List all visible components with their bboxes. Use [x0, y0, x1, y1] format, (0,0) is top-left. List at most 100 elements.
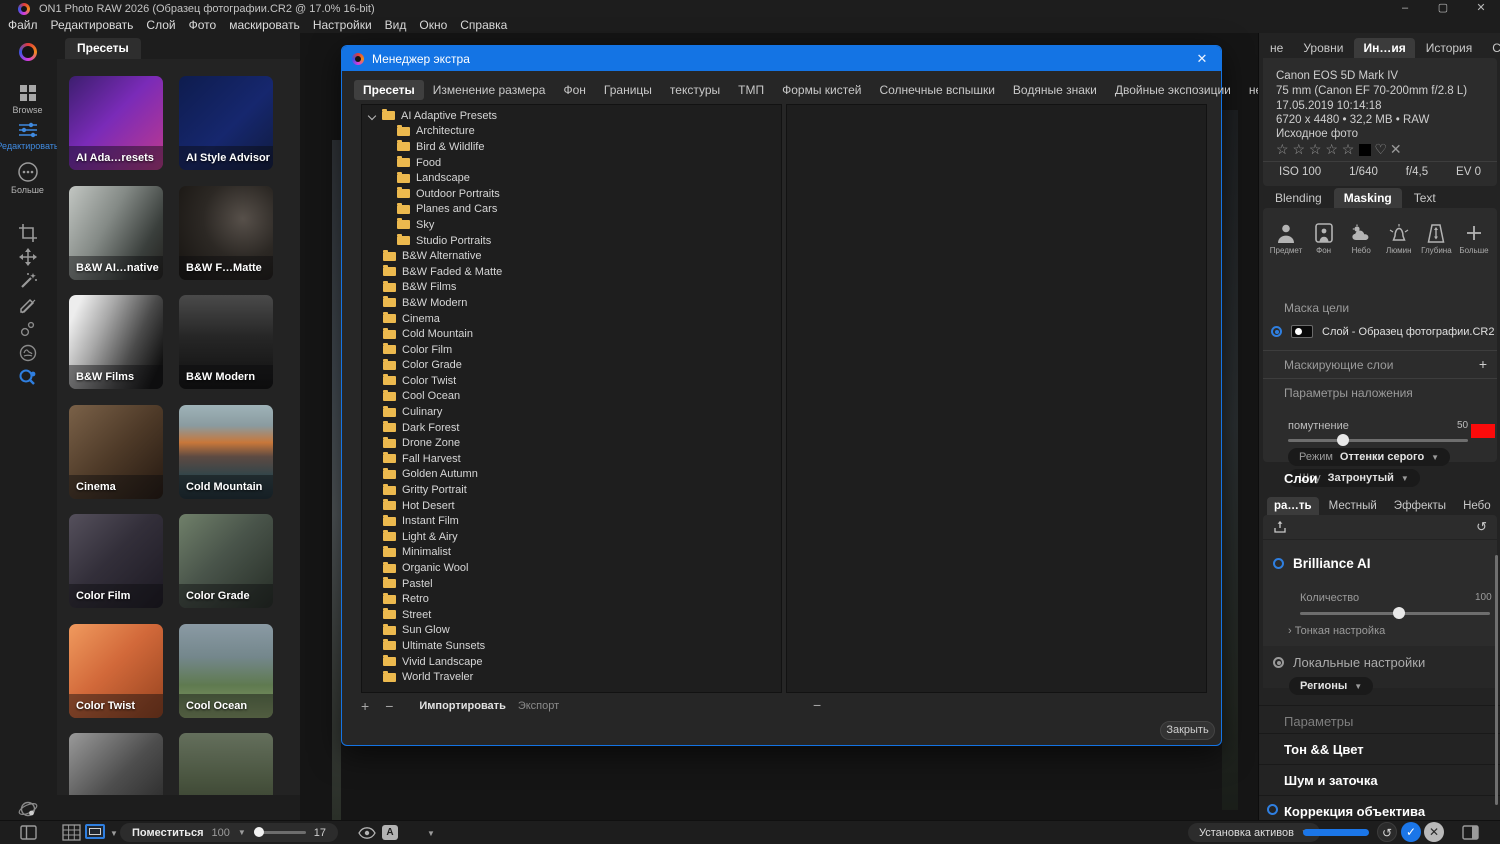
dialog-close-footer-button[interactable]: Закрыть	[1160, 721, 1215, 740]
tree-item[interactable]: Culinary	[362, 404, 781, 420]
amount-slider-thumb[interactable]	[1393, 607, 1405, 619]
brilliance-header[interactable]: Brilliance AI	[1273, 556, 1371, 571]
refine-brush-tool-button[interactable]	[0, 295, 55, 315]
tree-item[interactable]: Outdoor Portraits	[362, 186, 781, 202]
ai-erase-tool-button[interactable]	[0, 343, 55, 363]
overlay-color-swatch[interactable]	[1471, 424, 1495, 438]
dialog-tab[interactable]: Двойные экспозиции	[1106, 80, 1240, 100]
tree-item[interactable]: Food	[362, 155, 781, 171]
opacity-slider[interactable]	[1288, 439, 1468, 442]
tree-item[interactable]: Cinema	[362, 311, 781, 327]
dialog-tab[interactable]: Водяные знаки	[1004, 80, 1106, 100]
layers-tab[interactable]: Небо	[1456, 497, 1498, 515]
mask-background-button[interactable]: Фон	[1307, 222, 1341, 255]
tree-item[interactable]: B&W Modern	[362, 295, 781, 311]
mask-more-button[interactable]: Больше	[1457, 222, 1491, 255]
mask-target-radio[interactable]	[1271, 326, 1282, 337]
mask-target-row[interactable]: Слой - Образец фотографии.CR2	[1271, 325, 1495, 338]
preset-tile[interactable]	[179, 733, 273, 795]
layers-tab[interactable]: Местный	[1322, 497, 1384, 515]
dialog-tab[interactable]: Пресеты	[354, 80, 424, 100]
detail-view-icon[interactable]	[85, 824, 105, 839]
import-button[interactable]: Импортировать	[419, 700, 505, 712]
tree-item[interactable]: Pastel	[362, 576, 781, 592]
dialog-tab[interactable]: Солнечные вспышки	[870, 80, 1003, 100]
presets-tab[interactable]: Пресеты	[65, 38, 141, 59]
dialog-tab[interactable]: ТМП	[729, 80, 773, 100]
color-label-swatch[interactable]	[1359, 144, 1371, 156]
export-button[interactable]: Экспорт	[518, 700, 559, 712]
info-tab[interactable]: Ин…ия	[1354, 38, 1414, 58]
preset-tile[interactable]: B&W F…Matte	[179, 186, 273, 280]
tree-item[interactable]: Sky	[362, 217, 781, 233]
tree-item[interactable]: Sun Glow	[362, 623, 781, 639]
menu-item[interactable]: Окно	[419, 18, 447, 32]
menu-item[interactable]: Файл	[8, 18, 38, 32]
right-panel-toggle-icon[interactable]	[1462, 825, 1479, 840]
preset-tile[interactable]: AI Ada…resets	[69, 76, 163, 170]
zoom-slider-thumb[interactable]	[254, 827, 264, 837]
info-tab[interactable]: Уровни	[1294, 38, 1352, 58]
add-folder-button[interactable]: +	[361, 698, 369, 714]
chevron-down-icon[interactable]: ▼	[110, 829, 118, 838]
preset-tile[interactable]: Color Grade	[179, 514, 273, 608]
reset-icon[interactable]: ↺	[1476, 519, 1487, 535]
mask-luminosity-button[interactable]: Люмин	[1382, 222, 1416, 255]
compare-toggle-icon[interactable]: A	[382, 825, 398, 840]
preset-tile[interactable]: B&W AI…native	[69, 186, 163, 280]
right-panel-scrollbar[interactable]	[1495, 555, 1498, 805]
tree-item[interactable]: Drone Zone	[362, 435, 781, 451]
preset-tile[interactable]: Cool Ocean	[179, 624, 273, 718]
menu-item[interactable]: маскировать	[229, 18, 300, 32]
assets-status-dropdown[interactable]: Установка активов ▼	[1188, 823, 1320, 842]
preset-tile[interactable]: Color Film	[69, 514, 163, 608]
tree-item[interactable]: Landscape	[362, 170, 781, 186]
edit-module-button[interactable]: Редактировать	[0, 121, 55, 151]
like-icon[interactable]: ♡	[1374, 141, 1387, 158]
fine-tune-disclosure[interactable]: › Тонкая настройка	[1288, 625, 1385, 637]
lens-correction-section[interactable]: Коррекция объектива	[1259, 795, 1500, 820]
mode-dropdown[interactable]: Режим Оттенки серого ▼	[1288, 448, 1450, 466]
reject-icon[interactable]: ✕	[1390, 141, 1402, 158]
add-masking-layer-button[interactable]: +	[1479, 356, 1487, 372]
tree-item[interactable]: Color Film	[362, 342, 781, 358]
preset-tile[interactable]: AI Style Advisor	[179, 76, 273, 170]
mask-tab[interactable]: Text	[1404, 188, 1446, 208]
blemish-tool-button[interactable]	[0, 319, 55, 339]
tree-item[interactable]: Vivid Landscape	[362, 654, 781, 670]
mask-tab[interactable]: Masking	[1334, 188, 1402, 208]
parameters-section[interactable]: Параметры	[1259, 705, 1500, 735]
super-select-tool-button[interactable]	[0, 367, 55, 389]
maximize-button[interactable]: ▢	[1424, 0, 1462, 17]
regions-dropdown[interactable]: Регионы ▼	[1289, 677, 1373, 695]
info-tab[interactable]: Снимки	[1483, 38, 1500, 58]
local-adjustments-header[interactable]: Локальные настройки	[1273, 655, 1425, 670]
tree-item[interactable]: Minimalist	[362, 545, 781, 561]
remove-item-button[interactable]: −	[813, 697, 821, 713]
dialog-tab[interactable]: текстуры	[661, 80, 729, 100]
dialog-titlebar[interactable]: Менеджер экстра ✕	[342, 46, 1221, 71]
crop-tool-button[interactable]	[0, 223, 55, 243]
cancel-button[interactable]: ✕	[1424, 822, 1444, 842]
menu-item[interactable]: Слой	[146, 18, 175, 32]
tree-item[interactable]: Gritty Portrait	[362, 482, 781, 498]
export-icon[interactable]	[1273, 520, 1287, 534]
tree-item[interactable]: B&W Alternative	[362, 248, 781, 264]
dialog-tab[interactable]: Фон	[554, 80, 594, 100]
tree-item[interactable]: Retro	[362, 591, 781, 607]
tree-item[interactable]: Dark Forest	[362, 420, 781, 436]
tree-item[interactable]: Hot Desert	[362, 498, 781, 514]
move-tool-button[interactable]	[0, 247, 55, 267]
menu-item[interactable]: Фото	[189, 18, 217, 32]
ai-wand-tool-button[interactable]	[0, 271, 55, 291]
dialog-tab[interactable]: Изменение размера	[424, 80, 555, 100]
sync-button[interactable]	[0, 798, 55, 820]
info-tab[interactable]: не	[1261, 38, 1292, 58]
menu-item[interactable]: Редактировать	[51, 18, 134, 32]
tree-item[interactable]: B&W Films	[362, 280, 781, 296]
minimize-button[interactable]: –	[1386, 0, 1424, 17]
tree-item[interactable]: Cool Ocean	[362, 389, 781, 405]
tree-item[interactable]: Ultimate Sunsets	[362, 638, 781, 654]
mask-depth-button[interactable]: Глубина	[1419, 222, 1453, 255]
browse-module-button[interactable]: Browse	[0, 83, 55, 115]
